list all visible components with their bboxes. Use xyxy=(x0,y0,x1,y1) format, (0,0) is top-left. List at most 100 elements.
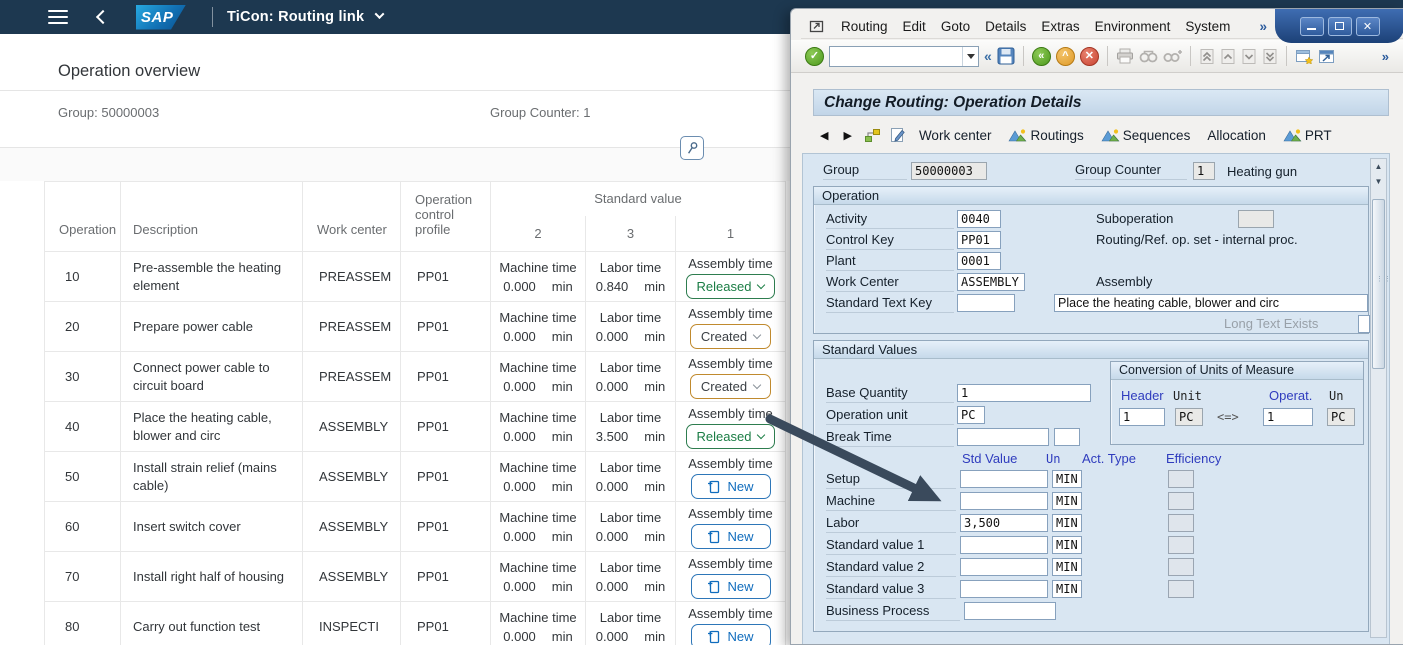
new-session-button[interactable] xyxy=(1295,48,1313,64)
exit-button[interactable]: ^ xyxy=(1056,47,1075,66)
break-time-field[interactable] xyxy=(957,428,1049,446)
standard-value-2-field[interactable] xyxy=(960,558,1048,576)
scroll-down-icon[interactable]: ▼ xyxy=(1371,174,1386,189)
work-center-button[interactable]: Work center xyxy=(915,126,996,145)
standard-value-1-unit-field[interactable]: MIN xyxy=(1052,536,1082,554)
activity-field[interactable]: 0040 xyxy=(957,210,1001,228)
menu-extras[interactable]: Extras xyxy=(1041,19,1079,34)
print-button[interactable] xyxy=(1116,48,1134,64)
base-quantity-field[interactable]: 1 xyxy=(957,384,1091,402)
menu-routing[interactable]: Routing xyxy=(841,19,888,34)
scrollbar-thumb[interactable]: ⋮⋮ xyxy=(1372,199,1385,369)
status-dropdown[interactable]: Released xyxy=(686,274,776,299)
cell-machine-time: Machine time 0.000min xyxy=(491,352,586,402)
menu-environment[interactable]: Environment xyxy=(1095,19,1171,34)
control-key-field[interactable]: PP01 xyxy=(957,231,1001,249)
labor-value-field[interactable]: 3,500 xyxy=(960,514,1048,532)
command-field[interactable] xyxy=(829,46,979,67)
command-dropdown-icon[interactable] xyxy=(962,47,978,66)
back-button[interactable]: « xyxy=(1032,47,1051,66)
machine-efficiency-field[interactable] xyxy=(1168,492,1194,510)
new-button[interactable]: New xyxy=(691,574,771,599)
save-button[interactable] xyxy=(997,47,1015,65)
table-row: 60 Insert switch cover ASSEMBLY PP01 Mac… xyxy=(45,502,786,552)
cell-assembly-status: Assembly time Created xyxy=(676,352,786,402)
setup-efficiency-field[interactable] xyxy=(1168,470,1194,488)
standard-text-key-field[interactable] xyxy=(957,294,1015,312)
suboperation-field xyxy=(1238,210,1274,228)
new-button[interactable]: New xyxy=(691,524,771,549)
operation-unit-label: Operation unit xyxy=(826,407,954,425)
close-button[interactable]: ✕ xyxy=(1356,17,1380,36)
standard-value-3-unit-field[interactable]: MIN xyxy=(1052,580,1082,598)
operation-description-field[interactable]: Place the heating cable, blower and circ xyxy=(1054,294,1368,312)
menu-details[interactable]: Details xyxy=(985,19,1026,34)
scroll-up-icon[interactable]: ▲ xyxy=(1371,159,1386,174)
status-dropdown[interactable]: Created xyxy=(690,374,771,399)
menu-goto[interactable]: Goto xyxy=(941,19,970,34)
plant-field[interactable]: 0001 xyxy=(957,252,1001,270)
sequences-button[interactable]: Sequences xyxy=(1097,126,1195,145)
new-button[interactable]: New xyxy=(691,624,771,645)
first-page-button[interactable] xyxy=(1199,48,1215,65)
org-structure-icon[interactable] xyxy=(864,128,881,143)
standard-value-2-unit-field[interactable]: MIN xyxy=(1052,558,1082,576)
edit-icon[interactable] xyxy=(890,127,906,143)
business-process-field[interactable] xyxy=(964,602,1056,620)
system-menu-icon[interactable] xyxy=(809,19,826,33)
prt-button[interactable]: PRT xyxy=(1279,126,1336,145)
operation-unit-field[interactable]: PC xyxy=(957,406,985,424)
standard-value-3-field[interactable] xyxy=(960,580,1048,598)
menu-edit[interactable]: Edit xyxy=(903,19,926,34)
setup-unit-field[interactable]: MIN xyxy=(1052,470,1082,488)
menubar-overflow-button[interactable]: » xyxy=(1259,19,1267,34)
machine-unit-field[interactable]: MIN xyxy=(1052,492,1082,510)
standard-value-2-efficiency-field[interactable] xyxy=(1168,558,1194,576)
app-title[interactable]: TiCon: Routing link xyxy=(227,9,364,25)
allocation-button[interactable]: Allocation xyxy=(1203,126,1270,145)
next-page-button[interactable] xyxy=(1241,48,1257,65)
standard-value-1-efficiency-field[interactable] xyxy=(1168,536,1194,554)
cancel-button[interactable]: ✕ xyxy=(1080,47,1099,66)
act-type-column-header: Act. Type xyxy=(1082,451,1136,466)
standard-value-3-efficiency-field[interactable] xyxy=(1168,580,1194,598)
menu-icon[interactable] xyxy=(48,6,68,28)
conversion-operat-field[interactable]: 1 xyxy=(1263,408,1313,426)
new-button[interactable]: New xyxy=(691,474,771,499)
last-page-button[interactable] xyxy=(1262,48,1278,65)
collapse-chevron-icon[interactable]: « xyxy=(984,48,992,64)
toolbar-overflow-button[interactable]: » xyxy=(1382,49,1393,64)
group-label: Group xyxy=(823,162,907,180)
find-next-button[interactable] xyxy=(1163,49,1182,63)
status-dropdown[interactable]: Created xyxy=(690,324,771,349)
enter-button[interactable]: ✓ xyxy=(805,47,824,66)
work-center-field[interactable]: ASSEMBLY xyxy=(957,273,1025,291)
col-header-1: 1 xyxy=(676,216,786,252)
time-label: Machine time xyxy=(491,258,585,277)
conversion-header-field[interactable]: 1 xyxy=(1119,408,1165,426)
routings-button[interactable]: Routings xyxy=(1004,126,1087,145)
toolbar-separator xyxy=(1107,46,1108,66)
labor-unit-field[interactable]: MIN xyxy=(1052,514,1082,532)
labor-efficiency-field[interactable] xyxy=(1168,514,1194,532)
break-time-unit-field[interactable] xyxy=(1054,428,1080,446)
setup-value-field[interactable] xyxy=(960,470,1048,488)
chevron-down-icon[interactable] xyxy=(375,9,385,19)
previous-operation-icon[interactable]: ◀ xyxy=(817,129,831,142)
create-shortcut-button[interactable] xyxy=(1318,48,1335,64)
next-operation-icon[interactable]: ▶ xyxy=(840,129,854,142)
find-button[interactable] xyxy=(1139,49,1158,63)
long-text-icon[interactable] xyxy=(1358,315,1370,333)
back-icon[interactable] xyxy=(96,10,110,24)
cell-machine-time: Machine time 0.000min xyxy=(491,552,586,602)
minimize-button[interactable] xyxy=(1300,17,1324,36)
standard-value-1-field[interactable] xyxy=(960,536,1048,554)
pin-button[interactable] xyxy=(680,136,704,160)
group-field: 50000003 xyxy=(911,162,987,180)
menu-system[interactable]: System xyxy=(1185,19,1230,34)
previous-page-button[interactable] xyxy=(1220,48,1236,65)
status-dropdown[interactable]: Released xyxy=(686,424,776,449)
maximize-button[interactable] xyxy=(1328,17,1352,36)
machine-value-field[interactable] xyxy=(960,492,1048,510)
vertical-scrollbar[interactable]: ▲ ▼ ⋮⋮ xyxy=(1370,158,1387,638)
